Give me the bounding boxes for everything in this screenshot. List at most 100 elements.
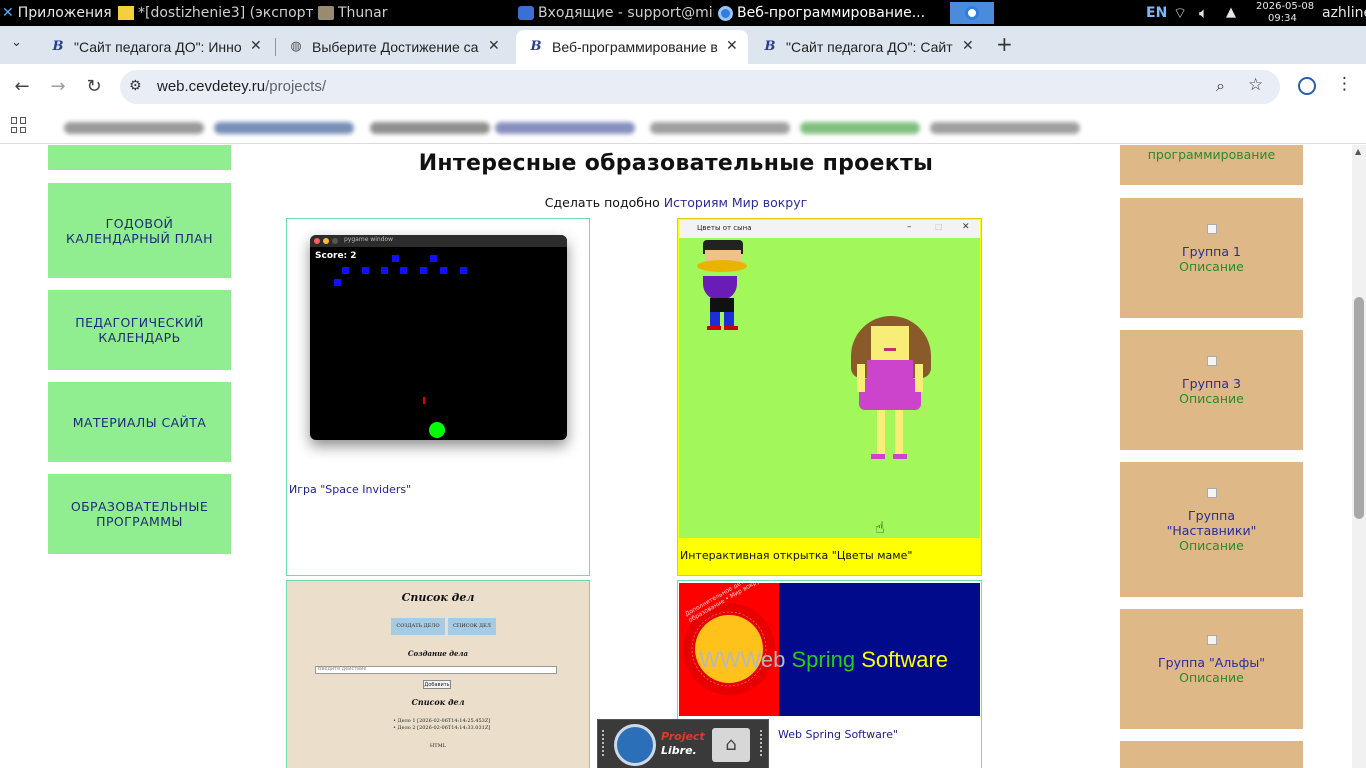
- browser-tab-strip: ⌄ B "Сайт педагога ДО": Инно ✕ ◍ Выберит…: [0, 26, 1366, 64]
- globe-icon: ◍: [290, 39, 302, 54]
- bookmark-item[interactable]: [64, 122, 204, 134]
- todo-input[interactable]: Введите действие: [315, 666, 557, 674]
- page-scrollbar[interactable]: ▲: [1352, 145, 1366, 768]
- keyboard-layout[interactable]: EN: [1146, 0, 1167, 26]
- todo-add-button[interactable]: Добавить: [423, 680, 451, 689]
- close-tab-icon[interactable]: ✕: [962, 37, 974, 54]
- tab-site-pedagog-2[interactable]: B "Сайт педагога ДО": Сайт ✕: [750, 30, 986, 64]
- todo-title: Список дел: [401, 591, 475, 604]
- group-card-partial[interactable]: [1120, 741, 1303, 768]
- bookmarks-bar: [0, 110, 1366, 144]
- todo-create-heading: Создание дела: [407, 649, 469, 658]
- bookmark-item[interactable]: [495, 122, 635, 134]
- nav-educational-programs[interactable]: ОБРАЗОВАТЕЛЬНЫЕ ПРОГРАММЫ: [48, 474, 231, 554]
- app-dock: Project Libre. ⌂: [597, 719, 769, 768]
- bookmark-star-icon[interactable]: ☆: [1248, 75, 1263, 95]
- tab-achievement[interactable]: ◍ Выберите Достижение са ✕: [276, 30, 514, 64]
- broken-image-icon: [1206, 488, 1217, 498]
- url-text: web.cevdetey.ru/projects/: [157, 78, 326, 95]
- wws-wordmark: WWWeb Spring Software: [699, 647, 949, 672]
- taskbar-window-preview[interactable]: [950, 2, 994, 24]
- project-caption[interactable]: Интерактивная открытка "Цветы маме": [680, 549, 912, 562]
- todo-footer: HTML: [429, 743, 447, 749]
- game-window-titlebar: pygame window: [310, 235, 567, 247]
- chrome-icon: [965, 6, 979, 20]
- bookmark-item[interactable]: [930, 122, 1080, 134]
- broken-image-icon: [1206, 356, 1217, 366]
- broken-image-icon: [1206, 635, 1217, 645]
- page-title: Интересные образовательные проекты: [418, 151, 934, 176]
- group-card-3[interactable]: Группа 3 Описание: [1120, 330, 1303, 450]
- clock-time[interactable]: 09:34: [1268, 13, 1297, 25]
- site-favicon-icon: B: [764, 39, 776, 54]
- project-caption[interactable]: Web Spring Software": [778, 728, 898, 741]
- home-folder-icon[interactable]: ⌂: [712, 728, 750, 762]
- tab-site-pedagog-1[interactable]: B "Сайт педагога ДО": Инно ✕: [38, 30, 270, 64]
- page-content: ГОДОВОЙ КАЛЕНДАРНЫЙ ПЛАН ПЕДАГОГИЧЕСКИЙ …: [0, 145, 1352, 768]
- xfce-logo-icon: ✕: [2, 5, 14, 21]
- project-card-todo[interactable]: Список дел СОЗДАТЬ ДЕЛО СПИСОК ДЕЛ Созда…: [286, 580, 590, 768]
- system-taskbar: ✕Приложения *[dostizhenie3] (экспорти...…: [0, 0, 1366, 26]
- clapper-icon: [118, 6, 134, 20]
- todo-list-button[interactable]: СПИСОК ДЕЛ: [448, 618, 496, 635]
- taskbar-item-mail[interactable]: Входящие - support@mir...: [518, 0, 714, 26]
- taskbar-item-thunar[interactable]: Thunar: [318, 0, 428, 26]
- taskbar-item-inkscape[interactable]: *[dostizhenie3] (экспорти...: [118, 0, 313, 26]
- clock-date[interactable]: 2026-05-08: [1256, 1, 1314, 13]
- applications-menu[interactable]: ✕ Приложения: [2, 0, 112, 26]
- stories-link[interactable]: Историям Мир вокруг: [664, 195, 807, 210]
- new-tab-button[interactable]: +: [996, 32, 1013, 56]
- project-caption[interactable]: Игра "Space Inviders": [289, 483, 411, 496]
- user-name[interactable]: azhline: [1322, 0, 1366, 26]
- game-score: Score: 2: [315, 251, 357, 261]
- page-subtitle: Сделать подобно Историям Мир вокруг: [544, 195, 808, 210]
- nav-pedagogical-calendar[interactable]: ПЕДАГОГИЧЕСКИЙ КАЛЕНДАРЬ: [48, 290, 231, 370]
- bookmark-item[interactable]: [800, 122, 920, 134]
- tab-web-programming[interactable]: B Веб-программирование в ✕: [516, 30, 748, 64]
- bookmark-item[interactable]: [650, 122, 790, 134]
- group-card-programming[interactable]: программирование: [1120, 145, 1303, 185]
- taskbar-item-browser[interactable]: Веб-программирование...: [718, 0, 948, 26]
- reload-icon[interactable]: ↻: [81, 74, 107, 100]
- bookmark-item[interactable]: [214, 122, 354, 134]
- bookmark-item[interactable]: [370, 122, 490, 134]
- todo-item: • Дело 1 [2026-02-06T14:14:25.453Z]: [393, 718, 491, 724]
- address-bar[interactable]: ⚙ web.cevdetey.ru/projects/ ⌕ ☆: [120, 70, 1280, 104]
- menu-kebab-icon[interactable]: ⋮: [1336, 74, 1353, 94]
- project-card-space-invaders[interactable]: pygame window Score: 2 Игра "Space Invid…: [286, 218, 590, 576]
- volume-icon[interactable]: 🔈︎: [1199, 0, 1208, 26]
- postcard-screenshot[interactable]: Цветы от сына – □ ✕ ☝: [679, 220, 980, 538]
- project-card-flowers[interactable]: Цветы от сына – □ ✕ ☝ Интерактивная откр…: [677, 218, 982, 576]
- chrome-icon: [718, 5, 733, 21]
- group-card-mentors[interactable]: Группа "Наставники" Описание: [1120, 462, 1303, 597]
- group-card-1[interactable]: Группа 1 Описание: [1120, 198, 1303, 318]
- broken-image-icon: [1206, 224, 1217, 234]
- nav-annual-plan[interactable]: ГОДОВОЙ КАЛЕНДАРНЫЙ ПЛАН: [48, 183, 231, 278]
- back-arrow-icon[interactable]: ←: [9, 74, 35, 100]
- site-favicon-icon: B: [52, 39, 64, 54]
- zoom-icon[interactable]: ⌕: [1216, 76, 1225, 96]
- close-tab-icon[interactable]: ✕: [250, 37, 262, 54]
- scrollbar-thumb[interactable]: [1354, 297, 1364, 519]
- hand-cursor-icon: ☝: [875, 518, 885, 537]
- folder-icon: [318, 6, 334, 20]
- nav-button-partial[interactable]: [48, 145, 231, 170]
- site-favicon-icon: B: [530, 39, 542, 54]
- projectlibre-launcher[interactable]: Project Libre.: [614, 724, 710, 768]
- notification-bell-icon[interactable]: ▲: [1226, 0, 1236, 26]
- wws-banner[interactable]: Дополнительное детское образование • Мир…: [679, 583, 980, 716]
- game-screenshot[interactable]: pygame window Score: 2: [310, 235, 567, 440]
- mail-icon: [518, 6, 534, 20]
- nav-site-materials[interactable]: МАТЕРИАЛЫ САЙТА: [48, 382, 231, 462]
- todo-create-button[interactable]: СОЗДАТЬ ДЕЛО: [391, 618, 445, 635]
- forward-arrow-icon[interactable]: →: [45, 74, 71, 100]
- close-tab-icon[interactable]: ✕: [488, 37, 500, 54]
- todo-item: • Дело 2 [2026-02-06T14:14:33.031Z]: [393, 725, 491, 731]
- profile-icon[interactable]: [1298, 77, 1316, 95]
- site-settings-icon[interactable]: ⚙: [129, 78, 142, 94]
- tab-search-icon[interactable]: ⌄: [11, 35, 22, 50]
- group-card-alphas[interactable]: Группа "Альфы" Описание: [1120, 609, 1303, 729]
- wifi-icon[interactable]: ⌔: [1173, 0, 1187, 26]
- apps-grid-icon[interactable]: [11, 117, 27, 133]
- close-tab-icon[interactable]: ✕: [726, 37, 738, 54]
